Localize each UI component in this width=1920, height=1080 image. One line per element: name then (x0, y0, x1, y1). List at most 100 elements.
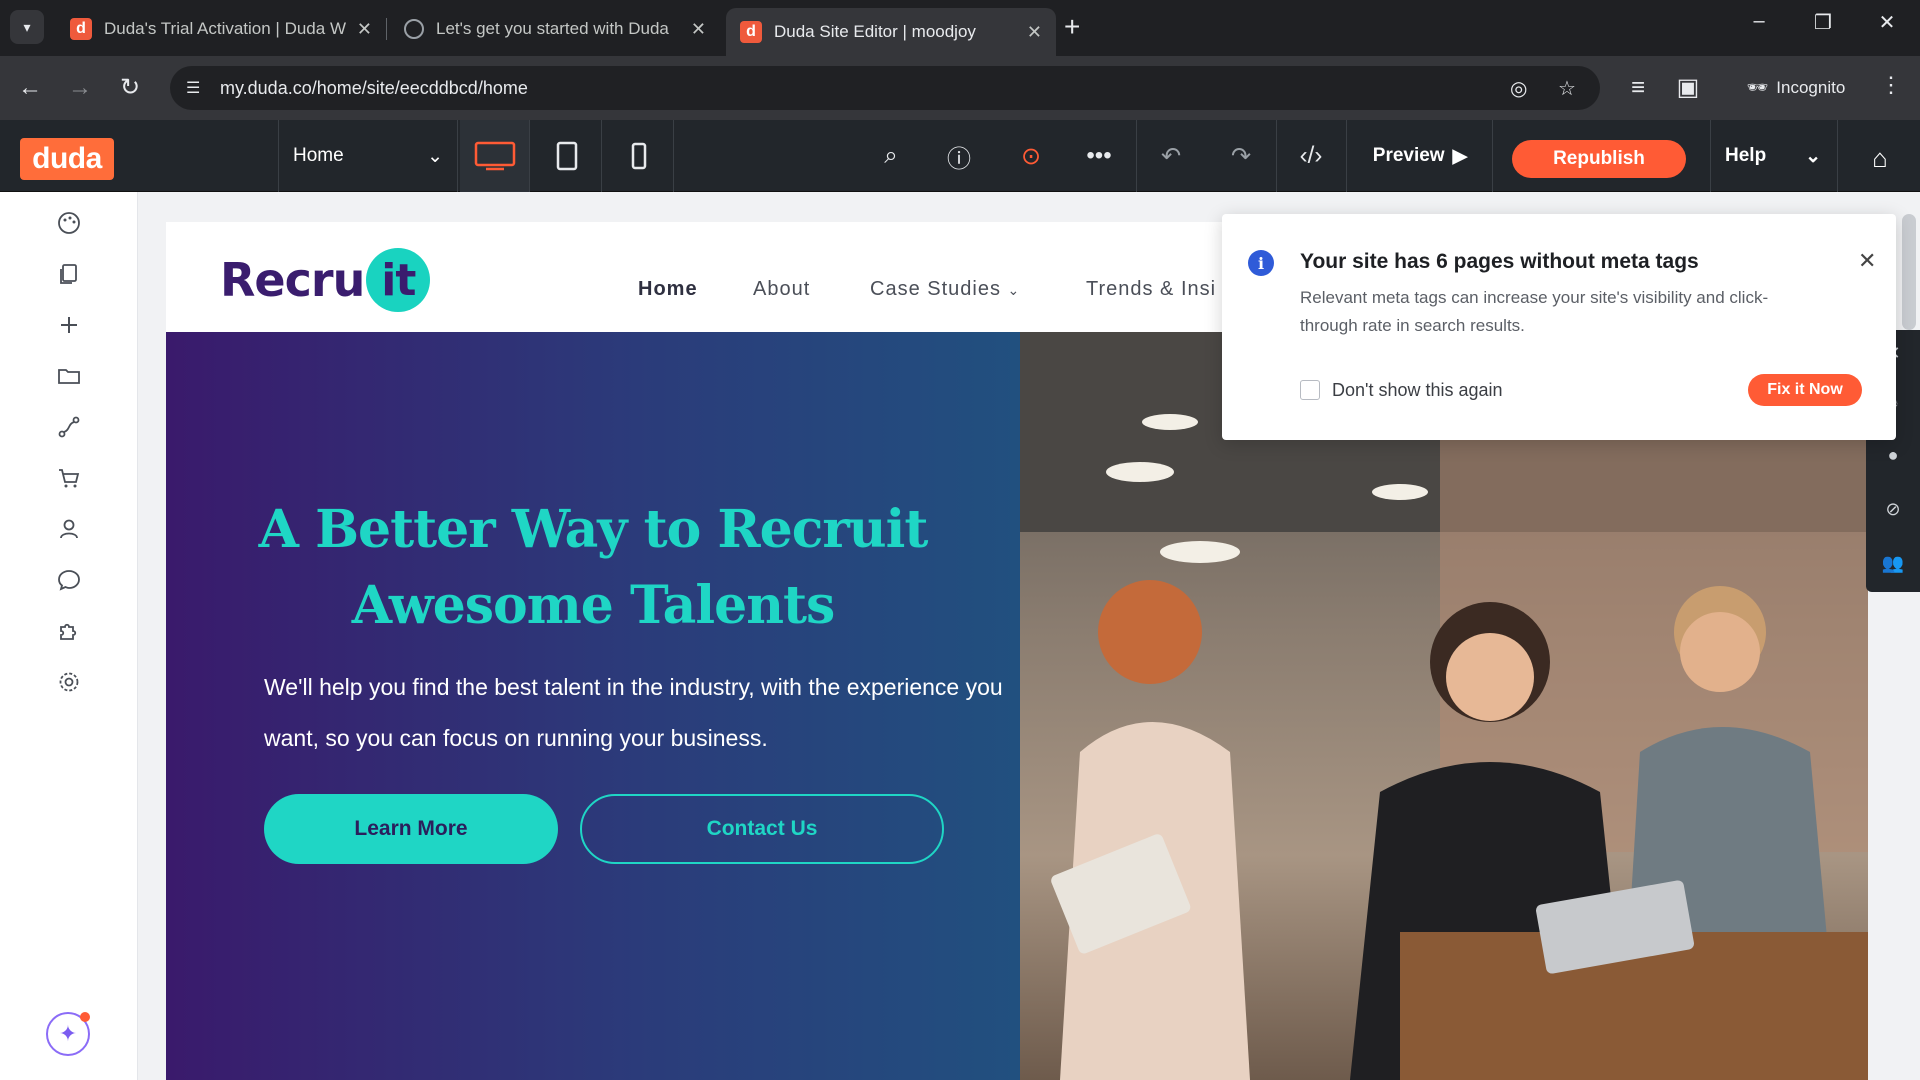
content-library-button[interactable] (50, 357, 88, 395)
close-icon[interactable]: ✕ (691, 19, 706, 40)
design-button[interactable] (50, 204, 88, 242)
more-dots-icon: ••• (1086, 142, 1112, 169)
desktop-view-button[interactable] (460, 120, 530, 192)
hero-heading[interactable]: A Better Way to Recruit Awesome Talents (206, 492, 980, 644)
tab-site-editor[interactable]: d Duda Site Editor | moodjoy ✕ (726, 8, 1056, 56)
flow-icon (58, 416, 80, 438)
notification-title: Your site has 6 pages without meta tags (1300, 250, 1699, 273)
undo-icon: ↶ (1160, 142, 1182, 170)
browser-toolbar: ← → ↻ ☰ my.duda.co/home/site/eecddbcd/ho… (0, 56, 1920, 120)
page-selector-label: Home (293, 145, 344, 166)
close-icon[interactable]: ✕ (357, 19, 372, 40)
tablet-icon (556, 141, 577, 171)
fix-it-now-button[interactable]: Fix it Now (1748, 374, 1862, 406)
side-panel-icon[interactable]: ▣ (1672, 74, 1704, 102)
chat-bubble-icon (58, 570, 80, 591)
info-icon: i (1248, 250, 1274, 276)
comments-button[interactable]: ⊙ (996, 120, 1066, 192)
comment-off-icon[interactable]: ⊘ (1880, 496, 1906, 522)
chevron-down-icon: ⌄ (1805, 145, 1821, 167)
desktop-icon (474, 141, 515, 171)
help-label: Help (1725, 145, 1767, 166)
incognito-indicator[interactable]: 🕶 Incognito (1730, 68, 1862, 108)
redo-icon: ↷ (1230, 142, 1252, 170)
browser-tab-bar: ▾ d Duda's Trial Activation | Duda W ✕ L… (0, 0, 1920, 56)
duda-favicon: d (740, 21, 762, 43)
canvas-scrollbar[interactable] (1902, 214, 1916, 330)
cart-icon (59, 469, 80, 488)
editor-top-bar: duda Home ⌄ ⌕ ⓘ ⊙ ••• ↶ ↷ ‹/› Preview ▶ … (0, 120, 1920, 192)
incognito-icon: 🕶 (1746, 78, 1769, 97)
connected-data-button[interactable] (50, 408, 88, 446)
apps-button[interactable] (50, 612, 88, 650)
dashboard-home-button[interactable]: ⌂ (1862, 140, 1898, 176)
hero-paragraph[interactable]: We'll help you find the best talent in t… (264, 662, 1004, 764)
dont-show-again-checkbox[interactable] (1300, 380, 1320, 400)
folder-icon (58, 369, 80, 384)
developer-mode-button[interactable]: ‹/› (1276, 120, 1346, 192)
help-menu[interactable]: Help ⌄ (1710, 120, 1838, 192)
pages-button[interactable] (50, 255, 88, 293)
site-info-icon[interactable]: ☰ (186, 78, 206, 98)
tab-duda-trial[interactable]: d Duda's Trial Activation | Duda W ✕ (56, 8, 386, 50)
reload-icon[interactable]: ↻ (114, 74, 146, 102)
nav-case-studies[interactable]: Case Studies ⌄ (870, 278, 1020, 301)
restore-icon[interactable]: ❐ (1798, 10, 1848, 35)
toolbar-divider (1492, 120, 1493, 192)
chat-bubble-icon[interactable]: ● (1880, 442, 1906, 468)
comments-sidebar-button[interactable] (50, 561, 88, 599)
mobile-view-button[interactable] (604, 120, 674, 192)
site-logo[interactable]: Recru it (220, 248, 431, 312)
address-bar[interactable]: ☰ my.duda.co/home/site/eecddbcd/home ◎ ☆ (170, 66, 1600, 110)
close-icon[interactable]: ✕ (1027, 22, 1042, 43)
store-button[interactable] (50, 459, 88, 497)
logo-word: Recru (220, 253, 365, 307)
preview-label: Preview (1372, 145, 1445, 166)
user-icon (60, 519, 78, 539)
url-text[interactable]: my.duda.co/home/site/eecddbcd/home (220, 78, 528, 99)
more-options-button[interactable]: ••• (1064, 120, 1134, 192)
nav-trends[interactable]: Trends & Insi (1086, 278, 1216, 301)
minimize-icon[interactable]: – (1734, 10, 1784, 33)
hero-photo[interactable] (1020, 332, 1868, 1080)
dont-show-again-label[interactable]: Don't show this again (1332, 380, 1503, 401)
contact-us-button[interactable]: Contact Us (580, 794, 944, 864)
tab-search-button[interactable]: ▾ (10, 10, 44, 44)
notification-body: Relevant meta tags can increase your sit… (1300, 288, 1769, 335)
redo-button[interactable]: ↷ (1206, 120, 1276, 192)
settings-button[interactable] (50, 663, 88, 701)
play-icon: ▶ (1452, 145, 1468, 167)
nav-about[interactable]: About (753, 278, 810, 301)
pages-icon (60, 264, 77, 284)
window-close-icon[interactable]: ✕ (1862, 10, 1912, 35)
back-icon[interactable]: ← (14, 74, 46, 102)
tab-get-started[interactable]: Let's get you started with Duda ✕ (390, 8, 720, 50)
browser-menu-icon[interactable]: ⋮ (1880, 72, 1902, 98)
gear-icon (59, 672, 79, 692)
meta-tags-notification: i Your site has 6 pages without meta tag… (1222, 214, 1896, 440)
page-selector[interactable]: Home ⌄ (278, 120, 458, 192)
eye-off-icon[interactable]: ◎ (1510, 76, 1527, 101)
nav-home[interactable]: Home (638, 278, 698, 301)
hero-section[interactable]: A Better Way to Recruit Awesome Talents … (166, 332, 1020, 1080)
comment-icon: ⊙ (1020, 142, 1042, 170)
search-button[interactable]: ⌕ (856, 120, 926, 192)
site-info-button[interactable]: ⓘ (924, 120, 994, 192)
learn-more-button[interactable]: Learn More (264, 794, 558, 864)
members-button[interactable] (50, 510, 88, 548)
add-widget-button[interactable] (50, 306, 88, 344)
team-photo-illustration (1020, 332, 1868, 1080)
media-control-icon[interactable]: ≡ (1622, 74, 1654, 102)
undo-button[interactable]: ↶ (1136, 120, 1206, 192)
new-tab-button[interactable]: + (1064, 12, 1080, 42)
close-icon[interactable]: ✕ (1858, 248, 1876, 274)
forward-icon[interactable]: → (64, 74, 96, 102)
duda-logo[interactable]: duda (20, 138, 114, 180)
republish-button[interactable]: Republish (1512, 140, 1686, 178)
users-icon[interactable]: 👥 (1880, 550, 1906, 576)
tablet-view-button[interactable] (532, 120, 602, 192)
logo-badge: it (366, 248, 431, 312)
preview-button[interactable]: Preview ▶ (1350, 120, 1490, 192)
tab-divider (386, 18, 387, 40)
bookmark-star-icon[interactable]: ☆ (1558, 76, 1576, 101)
